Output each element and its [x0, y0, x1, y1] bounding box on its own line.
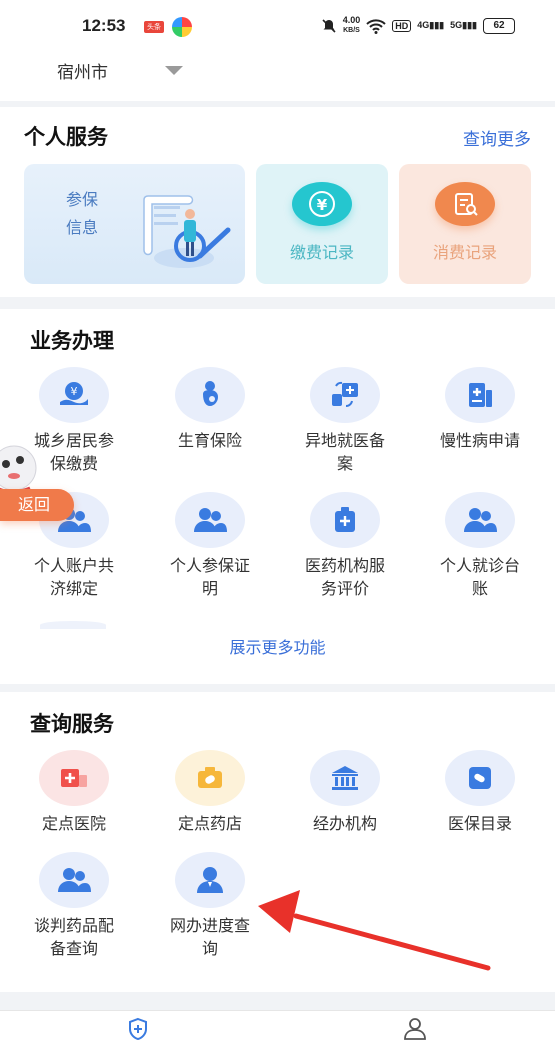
speed-value: 4.00: [342, 15, 361, 25]
wifi-icon: [366, 18, 386, 34]
mute-bell-icon: [322, 18, 336, 33]
pregnant-icon: [175, 367, 245, 423]
query-item-label: 定点医院: [41, 814, 106, 833]
business-title: 业务办理: [30, 329, 114, 353]
browser-app-icon: [172, 17, 192, 37]
speed-unit: KB/S: [343, 27, 360, 34]
query-service-title: 查询服务: [30, 712, 114, 736]
status-indicators: 4.00 KB/S HD 4G▮▮▮ 5G▮▮▮ 62: [321, 16, 515, 35]
person-icon: [175, 852, 245, 908]
show-more-functions-button[interactable]: 展示更多功能: [0, 634, 555, 658]
network-speed: 4.00 KB/S: [343, 16, 361, 35]
status-time: 12:53: [82, 16, 126, 35]
bottom-nav: [0, 1010, 555, 1047]
query-item-designated-pharmacy[interactable]: 定点药店: [150, 750, 270, 835]
people-icon: [445, 492, 515, 548]
query-item-negotiated-drugs[interactable]: 谈判药品配备查询: [14, 852, 134, 960]
business-item-maternity[interactable]: 生育保险: [150, 367, 270, 452]
hand-yen-icon: ¥: [39, 367, 109, 423]
business-item-label: 个人参保证明: [169, 556, 250, 598]
signal-5g: 5G▮▮▮: [450, 20, 477, 30]
status-bar: 12:53 头条 4.00 KB/S HD 4G▮▮▮ 5G▮▮▮ 62: [0, 0, 555, 54]
query-service-card: 查询服务 定点医院 定点药店 经办机构 医保目录 谈判药品配备查询 网办进度查询: [0, 692, 555, 992]
city-selector[interactable]: 宿州市: [0, 54, 555, 101]
sig2-label: 5G: [450, 20, 463, 30]
battery-icon: 62: [483, 17, 515, 34]
business-item-label: 个人账户共济绑定: [33, 556, 114, 598]
sig1-label: 4G: [417, 20, 430, 30]
query-item-label: 定点药店: [177, 814, 242, 833]
hospital-icon: [39, 750, 109, 806]
personal-service-card: 个人服务 查询更多 参保信息 ¥ 缴费记录 消费记录: [0, 107, 555, 297]
app-page: 12:53 头条 4.00 KB/S HD 4G▮▮▮ 5G▮▮▮ 62 宿州市: [0, 0, 555, 1047]
payment-record-tile[interactable]: ¥ 缴费记录: [256, 164, 388, 284]
people-icon: [175, 492, 245, 548]
query-item-handling-institution[interactable]: 经办机构: [285, 750, 405, 835]
partial-icon-bubble: [40, 621, 106, 629]
query-item-label: 医保目录: [447, 814, 512, 833]
query-more-link[interactable]: 查询更多: [463, 125, 531, 150]
pharmacy-icon: [175, 750, 245, 806]
signal-4g: 4G▮▮▮: [417, 20, 445, 30]
chevron-down-icon[interactable]: [165, 66, 183, 75]
people-icon: [39, 852, 109, 908]
shield-plus-icon[interactable]: [126, 1017, 150, 1041]
document-magnifier-icon: [143, 195, 231, 268]
query-item-label: 谈判药品配备查询: [33, 916, 114, 958]
query-item-label: 经办机构: [312, 814, 377, 833]
yen-icon: ¥: [292, 182, 352, 226]
query-item-label: 网办进度查询: [169, 916, 250, 958]
personal-service-title: 个人服务: [24, 125, 108, 149]
clipboard-plus-icon: [445, 367, 515, 423]
transfer-hospital-icon: [310, 367, 380, 423]
business-item-label: 城乡居民参保缴费: [33, 431, 114, 473]
business-item-remote-medical[interactable]: 异地就医备案: [285, 367, 405, 475]
business-item-visit-ledger[interactable]: 个人就诊台账: [420, 492, 540, 600]
svg-text:¥: ¥: [71, 385, 78, 398]
back-button[interactable]: 返回: [0, 489, 74, 521]
institution-icon: [310, 750, 380, 806]
payment-record-label: 缴费记录: [289, 243, 354, 262]
medical-box-icon: [310, 492, 380, 548]
yen-glyph: ¥: [317, 196, 328, 214]
business-item-label: 异地就医备案: [304, 431, 385, 473]
catalog-icon: [445, 750, 515, 806]
news-app-icon: 头条: [144, 21, 164, 33]
business-item-label: 慢性病申请: [439, 431, 520, 450]
consumption-record-tile[interactable]: 消费记录: [399, 164, 531, 284]
query-item-online-progress[interactable]: 网办进度查询: [150, 852, 270, 960]
business-item-label: 生育保险: [177, 431, 242, 450]
query-item-insurance-catalog[interactable]: 医保目录: [420, 750, 540, 835]
insurance-info-tile[interactable]: 参保信息: [24, 164, 245, 284]
query-item-designated-hospital[interactable]: 定点医院: [14, 750, 134, 835]
consumption-record-label: 消费记录: [432, 243, 497, 262]
hd-badge: HD: [392, 19, 412, 32]
business-item-insurance-certificate[interactable]: 个人参保证明: [150, 492, 270, 600]
business-item-chronic-disease[interactable]: 慢性病申请: [420, 367, 540, 452]
business-card: 业务办理 ¥ 城乡居民参保缴费 生育保险 异地就医备案 慢性病申请 个人账户共济…: [0, 309, 555, 684]
insurance-info-label: 参保信息: [66, 190, 99, 237]
business-item-label: 个人就诊台账: [439, 556, 520, 598]
user-icon[interactable]: [402, 1017, 428, 1041]
city-name[interactable]: 宿州市: [57, 58, 108, 83]
receipt-search-icon: [435, 182, 495, 226]
business-item-label: 医药机构服务评价: [304, 556, 385, 598]
business-item-institution-evaluation[interactable]: 医药机构服务评价: [285, 492, 405, 600]
